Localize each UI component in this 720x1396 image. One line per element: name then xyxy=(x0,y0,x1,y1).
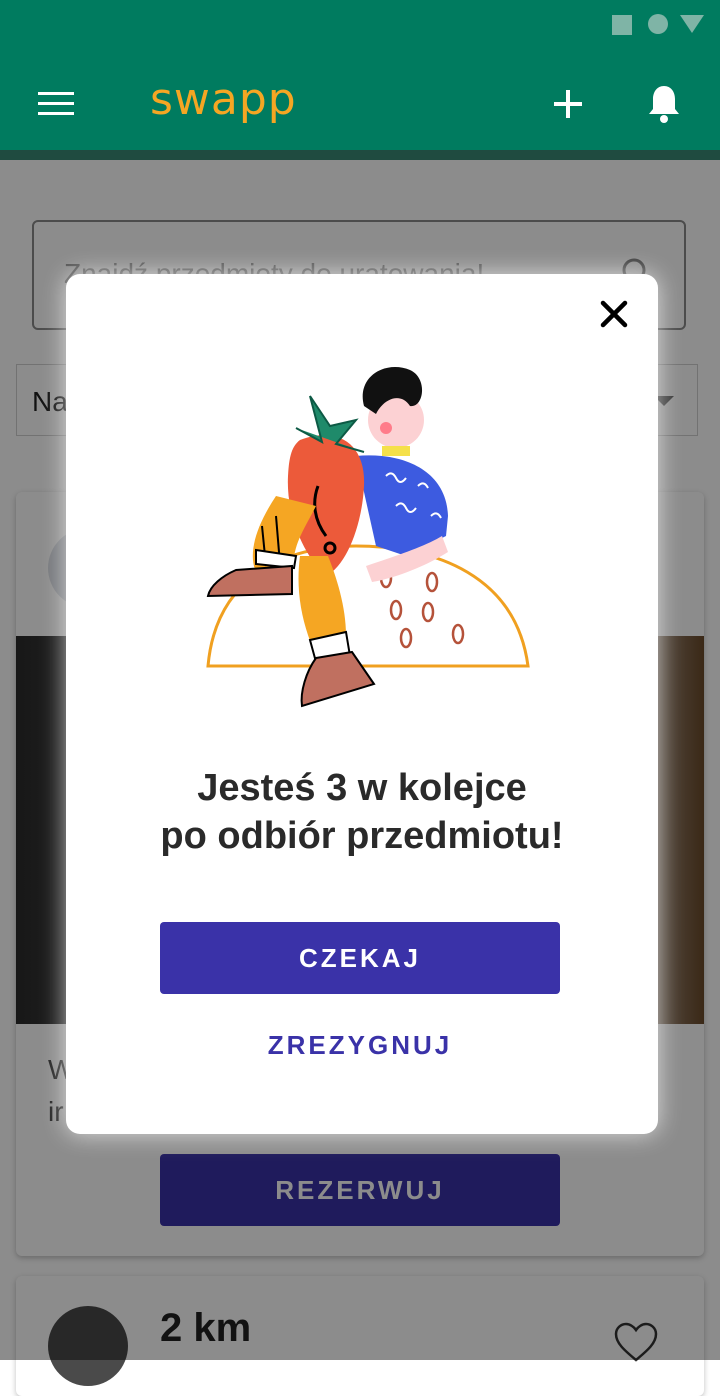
dialog-title: Jesteś 3 w kolejce po odbiór przedmiotu! xyxy=(66,764,658,860)
dialog-title-line1: Jesteś 3 w kolejce xyxy=(197,767,527,809)
resign-button[interactable]: ZREZYGNUJ xyxy=(160,1020,560,1070)
status-circle-icon xyxy=(648,14,668,34)
menu-icon[interactable] xyxy=(38,92,74,116)
app-bar xyxy=(0,50,720,150)
person-with-strawberry-illustration xyxy=(206,367,530,708)
app-bar-shadow xyxy=(0,150,720,160)
dialog-title-line2: po odbiór przedmiotu! xyxy=(160,815,564,857)
bell-icon[interactable] xyxy=(646,84,682,124)
status-square-icon xyxy=(612,15,632,35)
status-triangle-icon xyxy=(680,15,704,33)
app-logo: swapp xyxy=(150,74,297,125)
plus-icon[interactable] xyxy=(552,88,584,120)
wait-button[interactable]: CZEKAJ xyxy=(160,922,560,994)
close-icon[interactable] xyxy=(596,296,632,332)
